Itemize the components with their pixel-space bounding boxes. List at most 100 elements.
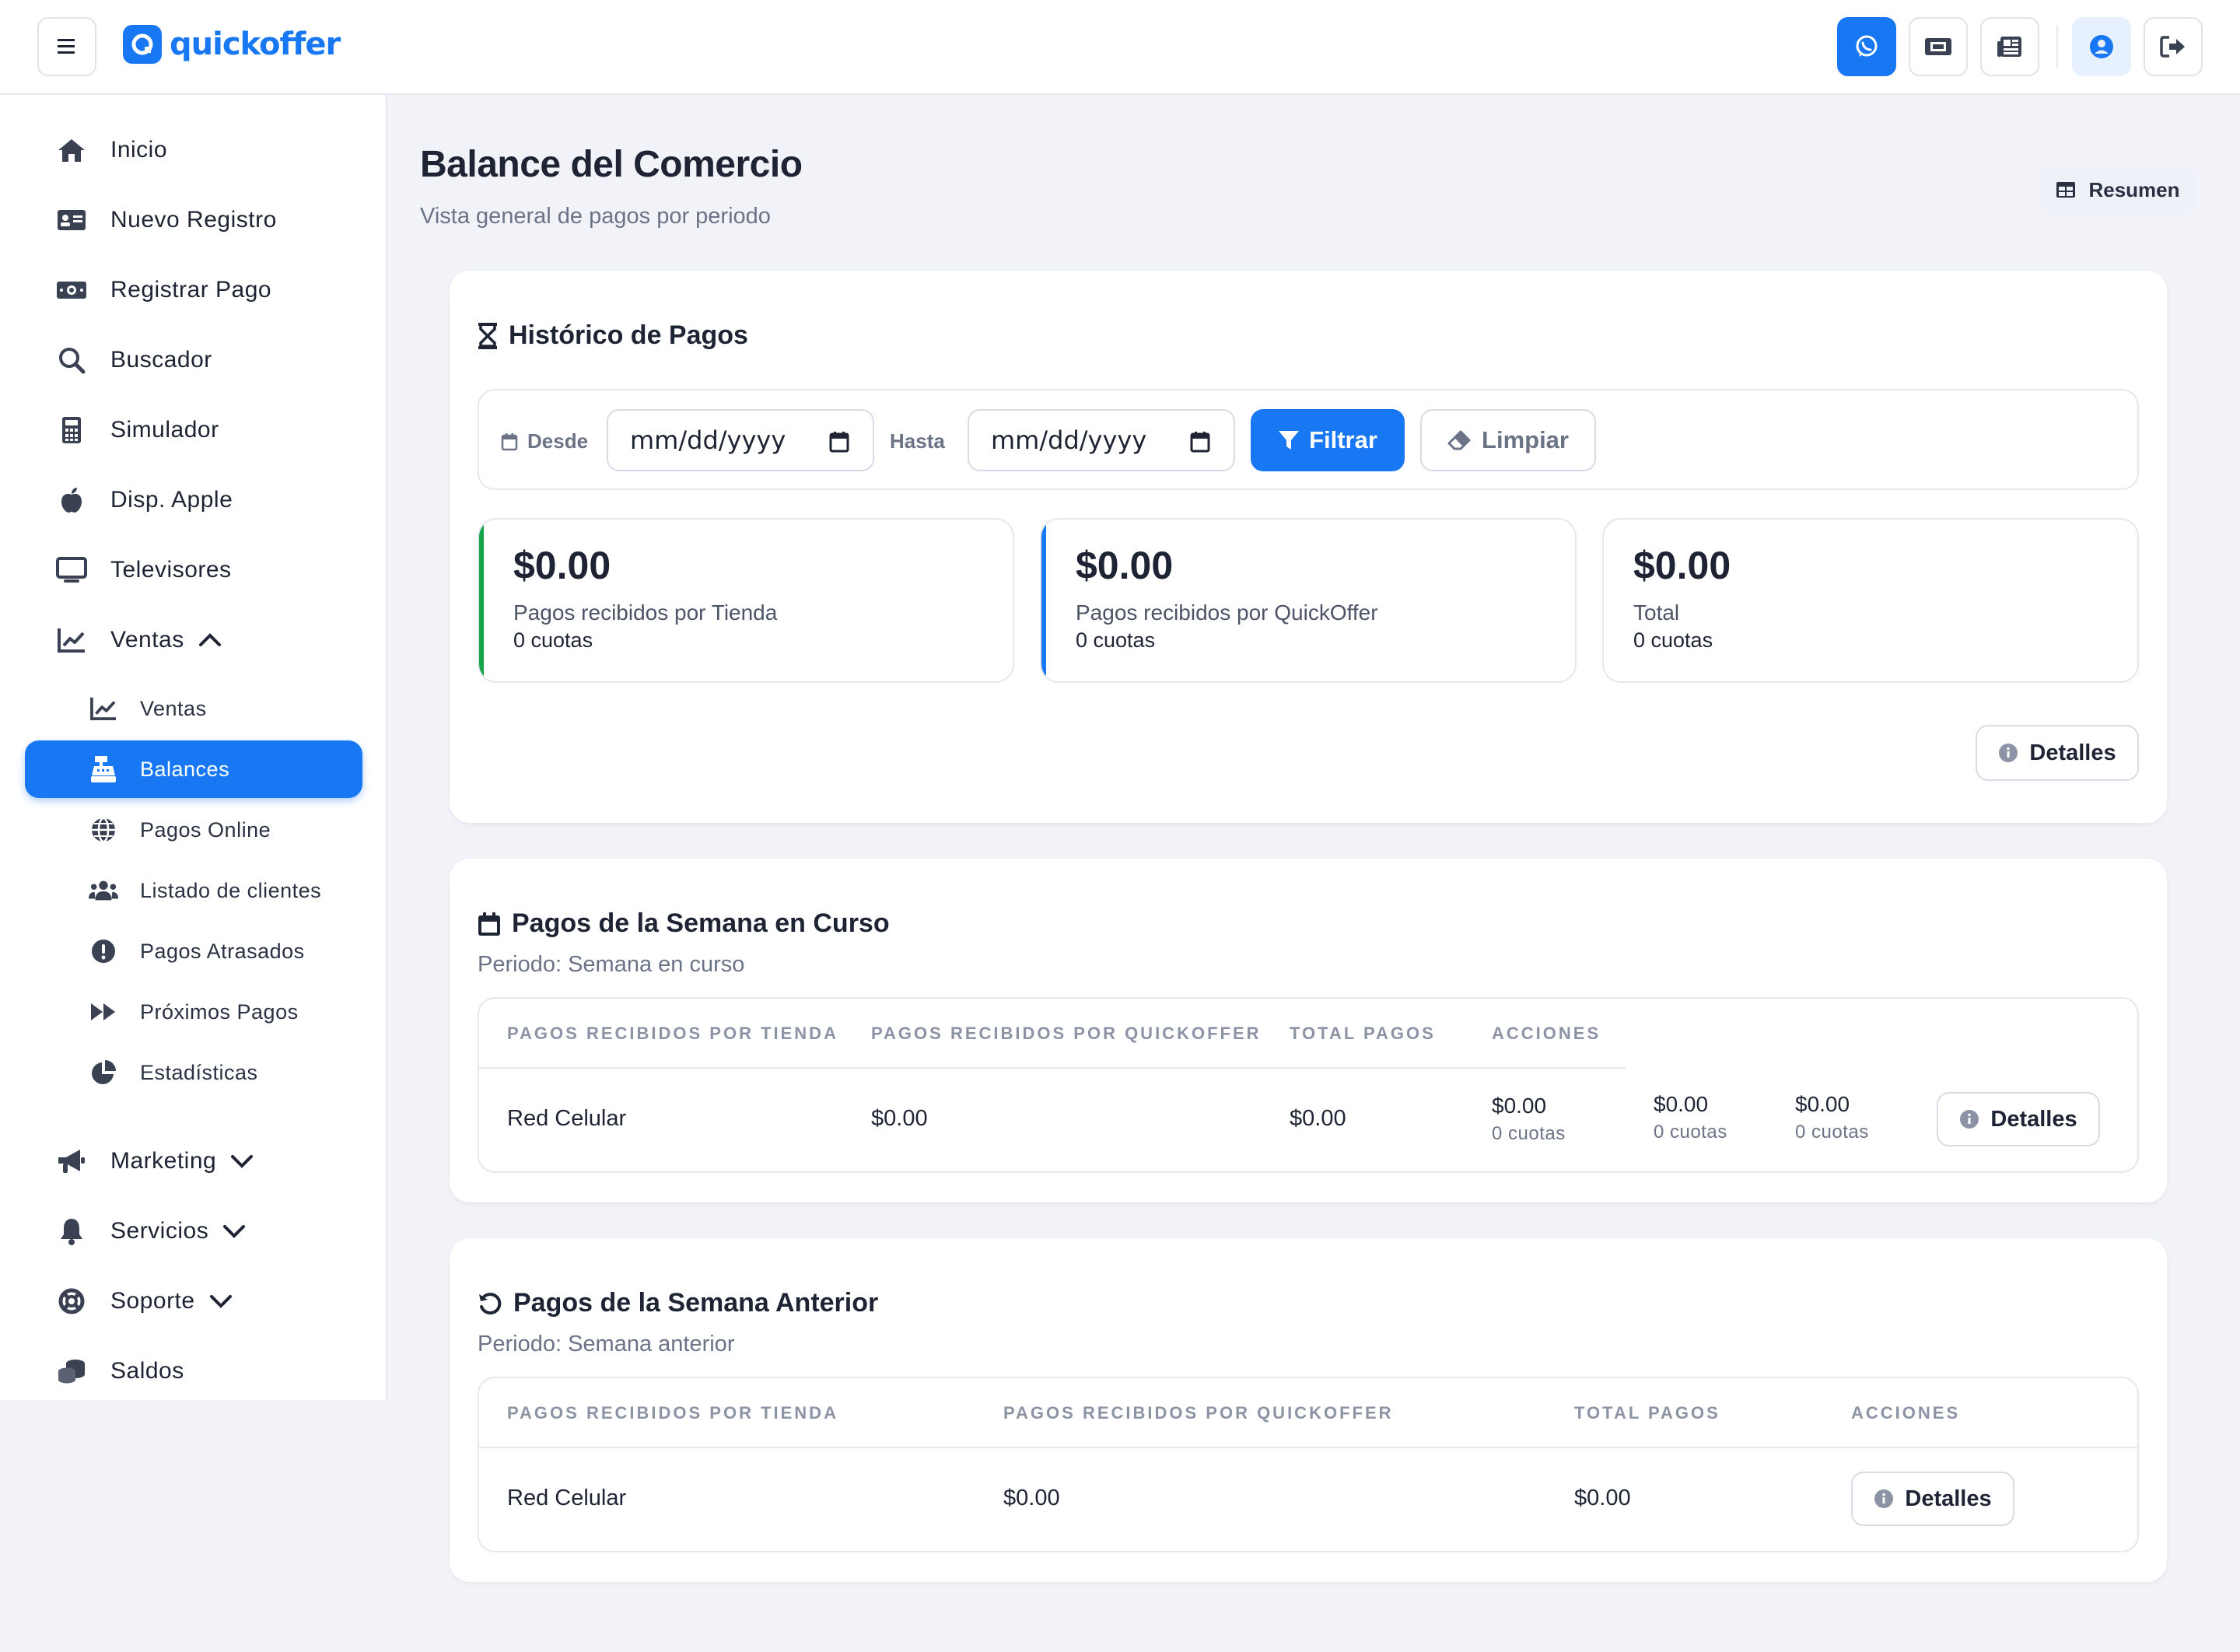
info-icon	[1874, 1489, 1894, 1508]
filtrar-button[interactable]: Filtrar	[1251, 409, 1405, 471]
date-filter-bar: Desde mm/dd/yyyy Hasta mm/dd/yyyy Filtra…	[478, 389, 2139, 490]
sidebar-item-label: Servicios	[110, 1218, 209, 1244]
sidebar-item-label: Televisores	[110, 557, 232, 583]
stat-label: Pagos recibidos por QuickOffer	[1076, 600, 1378, 625]
sidebar-item-televisores[interactable]: Televisores	[25, 541, 362, 599]
tickets-button[interactable]	[1909, 17, 1968, 76]
logout-button[interactable]	[2144, 17, 2203, 76]
hasta-date-input[interactable]: mm/dd/yyyy	[968, 409, 1235, 471]
toolbar-divider	[2056, 25, 2058, 68]
sidebar-subitem-pagos-online[interactable]: Pagos Online	[25, 801, 362, 859]
semana-anterior-title: Pagos de la Semana Anterior	[478, 1288, 878, 1318]
stat-accent-bar	[1041, 520, 1046, 681]
detalles-button[interactable]: Detalles	[1976, 725, 2139, 781]
home-icon	[56, 135, 87, 166]
sidebar-item-buscador[interactable]: Buscador	[25, 331, 362, 389]
column-header: ACCIONES	[1851, 1403, 1961, 1423]
sidebar-subitem-balances[interactable]: Balances	[25, 740, 362, 798]
table-icon	[2056, 182, 2076, 198]
top-bar: quickoffer	[0, 0, 2240, 95]
exclamation-circle-icon	[89, 936, 118, 966]
bell-icon	[56, 1216, 87, 1247]
sidebar-item-label: Soporte	[110, 1288, 195, 1314]
brand-logo[interactable]: quickoffer	[123, 25, 341, 64]
sidebar-subitem-ventas[interactable]: Ventas	[25, 680, 362, 737]
ticket-icon	[1925, 38, 1951, 55]
column-header: PAGOS RECIBIDOS POR TIENDA	[507, 1024, 838, 1043]
sidebar-item-registrar-pago[interactable]: Registrar Pago	[25, 261, 362, 319]
table-cell: $0.00	[1003, 1486, 1060, 1510]
filter-icon	[1279, 431, 1300, 450]
user-profile-button[interactable]	[2072, 17, 2131, 76]
calendar-picker-icon[interactable]	[1190, 431, 1210, 453]
stat-card-quickoffer: $0.00 Pagos recibidos por QuickOffer 0 c…	[1040, 518, 1577, 683]
detalles-button[interactable]: Detalles	[1937, 1092, 2100, 1146]
calendar-picker-icon[interactable]	[829, 431, 849, 453]
sidebar-item-label: Ventas	[110, 627, 184, 653]
news-button[interactable]	[1980, 17, 2039, 76]
sidebar-item-label: Próximos Pagos	[140, 999, 299, 1024]
resumen-button[interactable]: Resumen	[2039, 166, 2196, 213]
desde-date-input[interactable]: mm/dd/yyyy	[607, 409, 874, 471]
forward-icon	[89, 997, 118, 1027]
semana-curso-period: Periodo: Semana en curso	[478, 952, 745, 977]
hourglass-icon	[478, 322, 497, 349]
sidebar-item-label: Disp. Apple	[110, 487, 233, 513]
sidebar-item-nuevo-registro[interactable]: Nuevo Registro	[25, 191, 362, 249]
calendar-icon	[501, 432, 518, 450]
sidebar-item-label: Saldos	[110, 1358, 184, 1384]
sidebar-item-saldos[interactable]: Saldos	[25, 1342, 362, 1400]
stat-label: Pagos recibidos por Tienda	[513, 600, 778, 625]
whatsapp-button[interactable]	[1837, 17, 1896, 76]
sidebar-subitem-pagos-atrasados[interactable]: Pagos Atrasados	[25, 922, 362, 980]
menu-button[interactable]	[37, 17, 96, 76]
chevron-up-icon	[198, 632, 222, 648]
historico-title: Histórico de Pagos	[478, 320, 748, 351]
sidebar-item-soporte[interactable]: Soporte	[25, 1272, 362, 1330]
pie-chart-icon	[89, 1058, 118, 1087]
sidebar-item-simulador[interactable]: Simulador	[25, 401, 362, 459]
logo-mark-icon	[123, 25, 162, 64]
column-header: PAGOS RECIBIDOS POR QUICKOFFER	[871, 1024, 1262, 1043]
sidebar-item-inicio[interactable]: Inicio	[25, 121, 362, 179]
info-icon	[1960, 1110, 1979, 1129]
sidebar-item-ventas[interactable]: Ventas	[25, 611, 362, 669]
sidebar-item-servicios[interactable]: Servicios	[25, 1202, 362, 1260]
detalles-button[interactable]: Detalles	[1851, 1472, 2014, 1526]
sidebar-item-disp-apple[interactable]: Disp. Apple	[25, 471, 362, 529]
brand-name: quickoffer	[170, 26, 341, 62]
limpiar-button[interactable]: Limpiar	[1420, 409, 1596, 471]
mini-stat: $0.00 0 cuotas	[1654, 1092, 1727, 1143]
table-cell: $0.00	[1290, 1106, 1346, 1131]
coins-icon	[56, 1356, 87, 1387]
mini-stat: $0.00 0 cuotas	[1795, 1092, 1869, 1143]
table-cell: $0.00	[1574, 1486, 1631, 1510]
users-icon	[89, 876, 118, 905]
chevron-down-icon	[209, 1293, 233, 1309]
history-icon	[479, 1292, 502, 1314]
stat-count: 0 cuotas	[1076, 628, 1156, 652]
sidebar-item-label: Buscador	[110, 347, 212, 373]
sidebar-item-label: Ventas	[140, 696, 207, 720]
column-header: PAGOS RECIBIDOS POR QUICKOFFER	[1003, 1403, 1394, 1423]
stat-amount: $0.00	[513, 544, 611, 587]
user-circle-icon	[2090, 35, 2113, 58]
menu-icon	[58, 39, 75, 54]
sidebar-subitem-estadisticas[interactable]: Estadísticas	[25, 1044, 362, 1101]
column-header: TOTAL PAGOS	[1574, 1403, 1720, 1423]
sidebar-item-marketing[interactable]: Marketing	[25, 1132, 362, 1190]
semana-curso-card: Pagos de la Semana en Curso Periodo: Sem…	[450, 859, 2167, 1202]
column-header: ACCIONES	[1492, 1024, 1601, 1043]
globe-icon	[89, 815, 118, 845]
chart-line-icon	[89, 694, 118, 723]
id-card-icon	[56, 205, 87, 236]
semana-curso-title: Pagos de la Semana en Curso	[478, 908, 890, 939]
sidebar-subitem-proximos-pagos[interactable]: Próximos Pagos	[25, 983, 362, 1041]
chart-line-icon	[56, 625, 87, 656]
historico-card: Histórico de Pagos Desde mm/dd/yyyy Hast…	[450, 271, 2167, 823]
sidebar-subitem-listado-clientes[interactable]: Listado de clientes	[25, 862, 362, 919]
page-title: Balance del Comercio	[420, 144, 803, 185]
stat-count: 0 cuotas	[1633, 628, 1713, 652]
chevron-down-icon	[222, 1223, 246, 1239]
header-divider	[479, 1447, 2137, 1448]
